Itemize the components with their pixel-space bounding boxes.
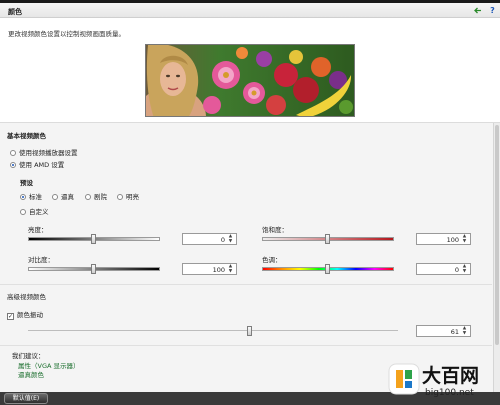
- vibrance-slider[interactable]: [28, 330, 398, 331]
- basic-color-title: 基本视频颜色: [7, 132, 46, 140]
- page-title: 颜色: [8, 8, 22, 16]
- preset-custom-label: 自定义: [29, 208, 49, 216]
- vibrance-label: 颜色振动: [17, 311, 43, 319]
- spin-arrows-icon[interactable]: ▲ ▼: [227, 234, 234, 244]
- settings-scroll-area[interactable]: 基本视频颜色 使用视频播放器设置 使用 AMD 设置 预设 标准 逼真 剧院 明…: [0, 122, 500, 392]
- contrast-value: 100: [212, 266, 225, 274]
- preset-custom[interactable]: 自定义: [20, 206, 49, 216]
- help-icon[interactable]: ?: [488, 6, 497, 15]
- defaults-button[interactable]: 默认值(E): [4, 393, 48, 404]
- preset-theater[interactable]: 剧院: [85, 191, 107, 201]
- radio-preset-realistic[interactable]: [52, 194, 58, 200]
- brightness-value: 0: [220, 236, 225, 244]
- saturation-spinbox[interactable]: 100 ▲ ▼: [416, 233, 471, 245]
- section-divider: [0, 284, 492, 285]
- spin-arrows-icon[interactable]: ▲ ▼: [461, 264, 468, 274]
- radio-preset-bright[interactable]: [117, 194, 123, 200]
- brightness-spinbox[interactable]: 0 ▲ ▼: [182, 233, 237, 245]
- back-arrow-icon[interactable]: [473, 6, 482, 15]
- preset-standard-label: 标准: [29, 193, 42, 201]
- preset-realistic-label: 逼真: [61, 193, 74, 201]
- option-amd-settings-label: 使用 AMD 设置: [19, 161, 65, 169]
- saturation-value: 100: [446, 236, 459, 244]
- spin-arrows-icon[interactable]: ▲ ▼: [461, 326, 468, 336]
- preset-title: 预设: [20, 179, 33, 187]
- hue-label: 色调：: [262, 256, 282, 264]
- scrollbar-thumb[interactable]: [495, 125, 499, 345]
- option-player-settings[interactable]: 使用视频播放器设置: [10, 147, 78, 157]
- watermark-title: 大百网: [422, 365, 480, 387]
- hue-value: 0: [454, 266, 459, 274]
- option-amd-settings[interactable]: 使用 AMD 设置: [10, 159, 64, 169]
- hue-spinbox[interactable]: 0 ▲ ▼: [416, 263, 471, 275]
- page-description: 更改视频颜色设置以控制视频画面质量。: [8, 30, 125, 38]
- spin-arrows-icon[interactable]: ▲ ▼: [227, 264, 234, 274]
- vertical-scrollbar[interactable]: [493, 123, 500, 392]
- advanced-color-title: 高级视频颜色: [7, 293, 46, 301]
- preset-bright-label: 明亮: [126, 193, 139, 201]
- radio-player-settings[interactable]: [10, 150, 16, 156]
- hue-slider-handle[interactable]: [325, 264, 330, 274]
- page-header: 颜色 ?: [0, 3, 500, 18]
- watermark: 大百网 big100.net: [385, 358, 500, 404]
- watermark-url: big100.net: [425, 388, 474, 398]
- radio-preset-theater[interactable]: [85, 194, 91, 200]
- saturation-slider-handle[interactable]: [325, 234, 330, 244]
- brightness-slider-handle[interactable]: [91, 234, 96, 244]
- vibrance-spinbox[interactable]: 61 ▲ ▼: [416, 325, 471, 337]
- brightness-label: 亮度：: [28, 226, 48, 234]
- watermark-logo-icon: [388, 363, 420, 395]
- contrast-label: 对比度：: [28, 256, 54, 264]
- recommend-title: 我们建议：: [12, 352, 45, 360]
- link-realistic-color[interactable]: 逼真颜色: [18, 369, 44, 379]
- radio-preset-custom[interactable]: [20, 209, 26, 215]
- spin-arrows-icon[interactable]: ▲ ▼: [461, 234, 468, 244]
- contrast-spinbox[interactable]: 100 ▲ ▼: [182, 263, 237, 275]
- vibrance-checkbox-row[interactable]: ✓ 颜色振动: [7, 309, 43, 320]
- preset-bright[interactable]: 明亮: [117, 191, 139, 201]
- preset-standard[interactable]: 标准: [20, 191, 42, 201]
- contrast-slider-handle[interactable]: [91, 264, 96, 274]
- radio-preset-standard[interactable]: [20, 194, 26, 200]
- saturation-label: 饱和度：: [262, 226, 288, 234]
- radio-amd-settings[interactable]: [10, 162, 16, 168]
- preview-image: [145, 44, 355, 117]
- section-divider: [0, 345, 492, 346]
- vibrance-value: 61: [450, 328, 459, 336]
- vibrance-checkbox[interactable]: ✓: [7, 313, 14, 320]
- option-player-settings-label: 使用视频播放器设置: [19, 149, 78, 157]
- preset-realistic[interactable]: 逼真: [52, 191, 74, 201]
- vibrance-slider-handle[interactable]: [247, 326, 252, 336]
- preset-theater-label: 剧院: [94, 193, 107, 201]
